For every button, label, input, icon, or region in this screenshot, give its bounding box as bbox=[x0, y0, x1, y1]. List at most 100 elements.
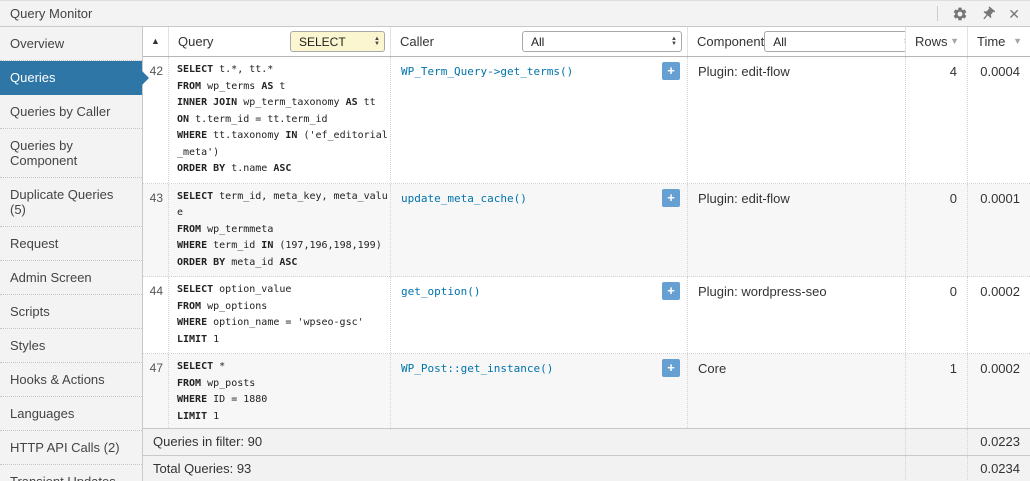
rows-sort-icon[interactable]: ▼ bbox=[948, 35, 961, 48]
footer-label: Queries in filter: 90 bbox=[143, 429, 905, 455]
component-column-label: Component bbox=[688, 34, 764, 49]
query-sql: SELECT term_id, meta_key, meta_valueFROM… bbox=[168, 184, 390, 277]
query-time: 0.0002 bbox=[967, 277, 1030, 353]
queries-table: ▲ Query SELECT ▲▼ Caller All bbox=[143, 27, 1030, 481]
header-caller: Caller All ▲▼ bbox=[390, 27, 687, 56]
caller-link[interactable]: update_meta_cache() bbox=[401, 192, 527, 205]
sidebar-item-label: HTTP API Calls (2) bbox=[10, 440, 120, 455]
sidebar-item-label: Queries by Component bbox=[10, 138, 77, 168]
header-component: Component All ▲▼ bbox=[687, 27, 905, 56]
query-caller-cell: update_meta_cache() + bbox=[390, 184, 687, 277]
query-column-label: Query bbox=[169, 34, 213, 49]
query-monitor-panel: Query Monitor ✕ bbox=[0, 0, 1030, 481]
sidebar-item-overview[interactable]: Overview bbox=[0, 27, 142, 61]
header-rows: Rows ▼ bbox=[905, 27, 967, 56]
query-caller-cell: WP_Post::get_instance() + bbox=[390, 354, 687, 430]
sidebar-item-label: Duplicate Queries (5) bbox=[10, 187, 113, 217]
table-header-row: ▲ Query SELECT ▲▼ Caller All bbox=[143, 27, 1030, 57]
sidebar-item-scripts[interactable]: Scripts bbox=[0, 295, 142, 329]
query-component: Plugin: edit-flow bbox=[687, 57, 905, 183]
query-caller-cell: WP_Term_Query->get_terms() + bbox=[390, 57, 687, 183]
sidebar-item-label: Request bbox=[10, 236, 58, 251]
expand-caller-button[interactable]: + bbox=[662, 359, 680, 377]
titlebar-divider bbox=[937, 6, 938, 21]
sidebar-item-label: Styles bbox=[10, 338, 45, 353]
expand-caller-button[interactable]: + bbox=[662, 62, 680, 80]
query-type-filter[interactable]: SELECT bbox=[290, 31, 385, 52]
sidebar-item-hooks-actions[interactable]: Hooks & Actions bbox=[0, 363, 142, 397]
sidebar-item-label: Overview bbox=[10, 36, 64, 51]
sidebar-item-languages[interactable]: Languages bbox=[0, 397, 142, 431]
sidebar-item-label: Scripts bbox=[10, 304, 50, 319]
sidebar-item-queries-by-caller[interactable]: Queries by Caller bbox=[0, 95, 142, 129]
query-component: Plugin: wordpress-seo bbox=[687, 277, 905, 353]
query-table-footer: Queries in filter: 90 0.0223 Total Queri… bbox=[143, 428, 1030, 481]
footer-rows-total bbox=[905, 429, 967, 455]
panel-body: Overview Queries Queries by Caller Queri… bbox=[0, 27, 1030, 481]
sidebar-item-queries[interactable]: Queries bbox=[0, 61, 142, 95]
caller-link[interactable]: WP_Term_Query->get_terms() bbox=[401, 65, 573, 78]
query-rows-count: 0 bbox=[905, 184, 967, 277]
query-time: 0.0002 bbox=[967, 354, 1030, 430]
caller-link[interactable]: WP_Post::get_instance() bbox=[401, 362, 553, 375]
sidebar-item-styles[interactable]: Styles bbox=[0, 329, 142, 363]
query-time: 0.0004 bbox=[967, 57, 1030, 183]
caller-filter[interactable]: All bbox=[522, 31, 682, 52]
sidebar-item-label: Hooks & Actions bbox=[10, 372, 105, 387]
sidebar-item-queries-by-component[interactable]: Queries by Component bbox=[0, 129, 142, 178]
footer-row: Queries in filter: 90 0.0223 bbox=[143, 428, 1030, 455]
expand-caller-button[interactable]: + bbox=[662, 189, 680, 207]
sidebar: Overview Queries Queries by Caller Queri… bbox=[0, 27, 143, 481]
query-sql: SELECT t.*, tt.*FROM wp_terms AS tINNER … bbox=[168, 57, 390, 183]
time-sort-icon[interactable]: ▼ bbox=[1011, 35, 1024, 48]
query-rows-count: 0 bbox=[905, 277, 967, 353]
header-sort-column: ▲ bbox=[143, 27, 168, 56]
query-number: 44 bbox=[143, 277, 168, 353]
sidebar-item-transient-updates[interactable]: Transient Updates bbox=[0, 465, 142, 481]
query-sql: SELECT option_valueFROM wp_optionsWHERE … bbox=[168, 277, 390, 353]
close-button[interactable]: ✕ bbox=[1008, 7, 1020, 21]
sidebar-item-label: Admin Screen bbox=[10, 270, 92, 285]
close-icon: ✕ bbox=[1008, 7, 1020, 21]
query-caller-cell: get_option() + bbox=[390, 277, 687, 353]
sidebar-item-request[interactable]: Request bbox=[0, 227, 142, 261]
query-sql: SELECT *FROM wp_postsWHERE ID = 1880LIMI… bbox=[168, 354, 390, 430]
sidebar-item-duplicate-queries-5[interactable]: Duplicate Queries (5) bbox=[0, 178, 142, 227]
query-row: 44 SELECT option_valueFROM wp_optionsWHE… bbox=[143, 277, 1030, 354]
query-number: 43 bbox=[143, 184, 168, 277]
expand-caller-button[interactable]: + bbox=[662, 282, 680, 300]
panel-title: Query Monitor bbox=[10, 6, 92, 21]
sidebar-item-http-api-calls-2[interactable]: HTTP API Calls (2) bbox=[0, 431, 142, 465]
sidebar-item-label: Transient Updates bbox=[10, 474, 116, 481]
titlebar-actions: ✕ bbox=[937, 6, 1020, 22]
footer-row: Total Queries: 93 0.0234 bbox=[143, 455, 1030, 481]
footer-label: Total Queries: 93 bbox=[143, 456, 905, 481]
query-component: Plugin: edit-flow bbox=[687, 184, 905, 277]
query-rows-count: 1 bbox=[905, 354, 967, 430]
query-rows-count: 4 bbox=[905, 57, 967, 183]
caller-column-label: Caller bbox=[391, 34, 434, 49]
rows-column-label: Rows bbox=[915, 34, 948, 49]
sort-asc-icon[interactable]: ▲ bbox=[149, 35, 162, 48]
query-row: 43 SELECT term_id, meta_key, meta_valueF… bbox=[143, 184, 1030, 278]
pin-button[interactable] bbox=[980, 6, 996, 22]
sidebar-item-admin-screen[interactable]: Admin Screen bbox=[0, 261, 142, 295]
sidebar-item-label: Queries by Caller bbox=[10, 104, 110, 119]
query-number: 47 bbox=[143, 354, 168, 430]
gear-icon bbox=[952, 6, 968, 22]
time-column-label: Time bbox=[977, 34, 1005, 49]
query-component: Core bbox=[687, 354, 905, 430]
titlebar: Query Monitor ✕ bbox=[0, 1, 1030, 27]
pin-icon bbox=[980, 6, 996, 22]
sidebar-item-label: Languages bbox=[10, 406, 74, 421]
query-table-body: 42 SELECT t.*, tt.*FROM wp_terms AS tINN… bbox=[143, 57, 1030, 428]
caller-link[interactable]: get_option() bbox=[401, 285, 480, 298]
query-row: 42 SELECT t.*, tt.*FROM wp_terms AS tINN… bbox=[143, 57, 1030, 184]
footer-time-total: 0.0234 bbox=[967, 456, 1030, 481]
sidebar-item-label: Queries bbox=[10, 70, 56, 85]
query-time: 0.0001 bbox=[967, 184, 1030, 277]
header-query: Query SELECT ▲▼ bbox=[168, 27, 390, 56]
settings-button[interactable] bbox=[952, 6, 968, 22]
component-filter[interactable]: All bbox=[764, 31, 905, 52]
footer-rows-total bbox=[905, 456, 967, 481]
